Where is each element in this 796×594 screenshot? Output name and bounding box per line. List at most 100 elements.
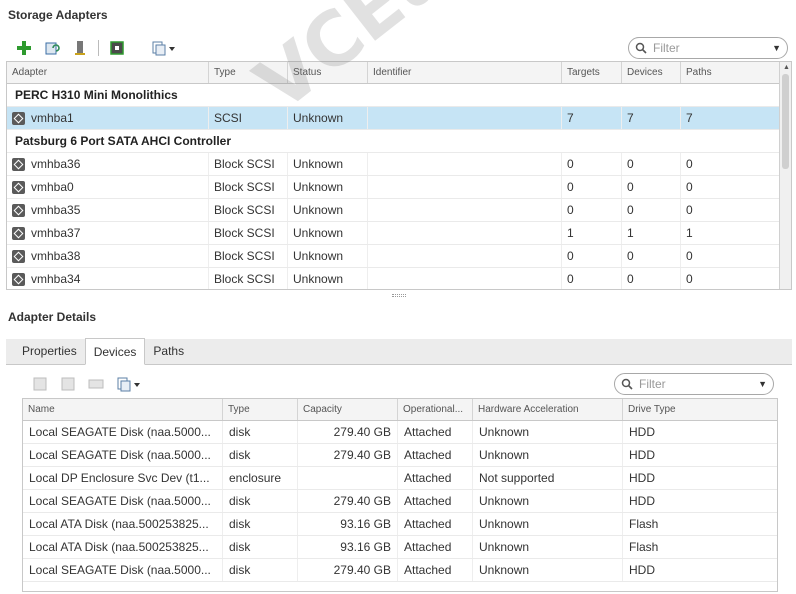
cell-operational: Attached [398,444,473,466]
adapter-row[interactable]: vmhba36 Block SCSI Unknown 0 0 0 [7,153,791,176]
refresh-devices-button[interactable] [30,374,50,394]
adapter-name: vmhba35 [31,203,81,217]
cell-targets: 0 [562,245,622,267]
attach-device-button[interactable] [86,374,106,394]
device-row[interactable]: Local SEAGATE Disk (naa.5000... disk 279.4… [23,490,777,513]
cell-operational: Attached [398,490,473,512]
storage-adapters-grid: Adapter Type Status Identifier Targets D… [6,61,792,290]
column-header-drive-type[interactable]: Drive Type [623,399,777,420]
column-header-identifier[interactable]: Identifier [368,62,562,83]
rescan-vmfs-button[interactable] [70,38,90,58]
column-header-operational[interactable]: Operational... [398,399,473,420]
rescan-button[interactable] [42,38,62,58]
cell-devices: 1 [622,222,681,244]
cell-identifier [368,268,562,289]
hba-adapter-icon [12,249,25,263]
column-header-paths[interactable]: Paths [681,62,777,83]
adapter-group-header: Patsburg 6 Port SATA AHCI Controller [7,130,791,153]
cell-targets: 7 [562,107,622,129]
adapters-grid-header: Adapter Type Status Identifier Targets D… [7,62,791,84]
cell-adapter: vmhba38 [7,245,209,267]
tab-paths[interactable]: Paths [145,338,192,364]
cell-name: Local SEAGATE Disk (naa.5000... [23,421,223,443]
adapter-settings-button[interactable] [107,38,127,58]
cell-drive-type: HDD [629,425,655,439]
column-header-hardware-acceleration[interactable]: Hardware Acceleration [473,399,623,420]
device-row[interactable]: Local SEAGATE Disk (naa.5000... disk 279.4… [23,421,777,444]
chevron-down-icon[interactable]: ▼ [772,43,781,53]
hba-adapter-icon [12,203,25,217]
device-row[interactable]: Local SEAGATE Disk (naa.5000... disk 279.4… [23,444,777,467]
tab-properties[interactable]: Properties [14,338,85,364]
cell-operational: Attached [398,513,473,535]
column-header-status[interactable]: Status [288,62,368,83]
hba-adapter-icon [12,111,25,125]
column-header-type[interactable]: Type [223,399,298,420]
adapter-row[interactable]: vmhba37 Block SCSI Unknown 1 1 1 [7,222,791,245]
adapter-name: vmhba37 [31,226,81,240]
cell-status: Unknown [288,153,368,175]
scrollbar-thumb[interactable] [782,74,789,169]
column-header-type[interactable]: Type [209,62,288,83]
hba-adapter-icon [12,180,25,194]
cell-hw-accel: Unknown [473,444,623,466]
column-header-name[interactable]: Name [23,399,223,420]
storage-adapters-title: Storage Adapters [8,8,108,22]
cell-status: Unknown [288,268,368,289]
cell-adapter: vmhba35 [7,199,209,221]
actions-dropdown-button[interactable] [149,38,179,58]
toolbar-separator [98,40,99,56]
cell-devices: 0 [622,245,681,267]
adapters-vertical-scrollbar[interactable]: ▲ [779,62,791,289]
cell-type: disk [223,444,298,466]
tab-devices[interactable]: Devices [84,338,146,365]
adapter-row[interactable]: vmhba38 Block SCSI Unknown 0 0 0 [7,245,791,268]
filter-placeholder: Filter [653,41,680,55]
chevron-down-icon[interactable]: ▼ [758,379,767,389]
cell-identifier [368,153,562,175]
cell-type: disk [223,536,298,558]
add-adapter-button[interactable] [14,38,34,58]
column-header-devices[interactable]: Devices [622,62,681,83]
cell-identifier [368,199,562,221]
cell-paths: 0 [686,157,693,171]
adapter-name: vmhba38 [31,249,81,263]
scroll-up-icon[interactable]: ▲ [783,64,790,71]
devices-filter-input[interactable]: Filter ▼ [614,373,774,395]
column-header-capacity[interactable]: Capacity [298,399,398,420]
cell-name: Local SEAGATE Disk (naa.5000... [23,490,223,512]
cell-paths: 0 [686,249,693,263]
column-header-targets[interactable]: Targets [562,62,622,83]
cell-name: Local DP Enclosure Svc Dev (t1... [23,467,223,489]
detach-device-button[interactable] [58,374,78,394]
adapter-row[interactable]: vmhba0 Block SCSI Unknown 0 0 0 [7,176,791,199]
cell-devices: 7 [622,107,681,129]
storage-adapters-toolbar [14,38,187,58]
cell-adapter: vmhba37 [7,222,209,244]
adapter-details-title: Adapter Details [8,310,97,324]
cell-hw-accel: Unknown [473,421,623,443]
cell-operational: Attached [398,536,473,558]
cell-identifier [368,176,562,198]
column-header-adapter[interactable]: Adapter [7,62,209,83]
device-row[interactable]: Local SEAGATE Disk (naa.5000... disk 279.4… [23,559,777,582]
adapter-row[interactable]: vmhba1 SCSI Unknown 7 7 7 [7,107,791,130]
detach-icon [61,377,75,391]
cell-paths: 0 [686,203,693,217]
splitter-handle[interactable] [392,294,406,297]
device-row[interactable]: Local ATA Disk (naa.500253825... disk 93.1… [23,513,777,536]
device-row[interactable]: Local DP Enclosure Svc Dev (t1... enclosu… [23,467,777,490]
adapter-name: vmhba34 [31,272,81,286]
cell-type: SCSI [209,107,288,129]
cell-type: Block SCSI [209,176,288,198]
cell-drive-type: HDD [629,563,655,577]
cell-hw-accel: Unknown [473,536,623,558]
adapter-row[interactable]: vmhba35 Block SCSI Unknown 0 0 0 [7,199,791,222]
device-row[interactable]: Local ATA Disk (naa.500253825... disk 93.1… [23,536,777,559]
cell-type: enclosure [223,467,298,489]
devices-actions-dropdown[interactable] [114,374,144,394]
adapters-filter-input[interactable]: Filter ▼ [628,37,788,59]
cell-hw-accel: Unknown [473,559,623,581]
adapter-row[interactable]: vmhba34 Block SCSI Unknown 0 0 0 [7,268,791,289]
cell-operational: Attached [398,559,473,581]
